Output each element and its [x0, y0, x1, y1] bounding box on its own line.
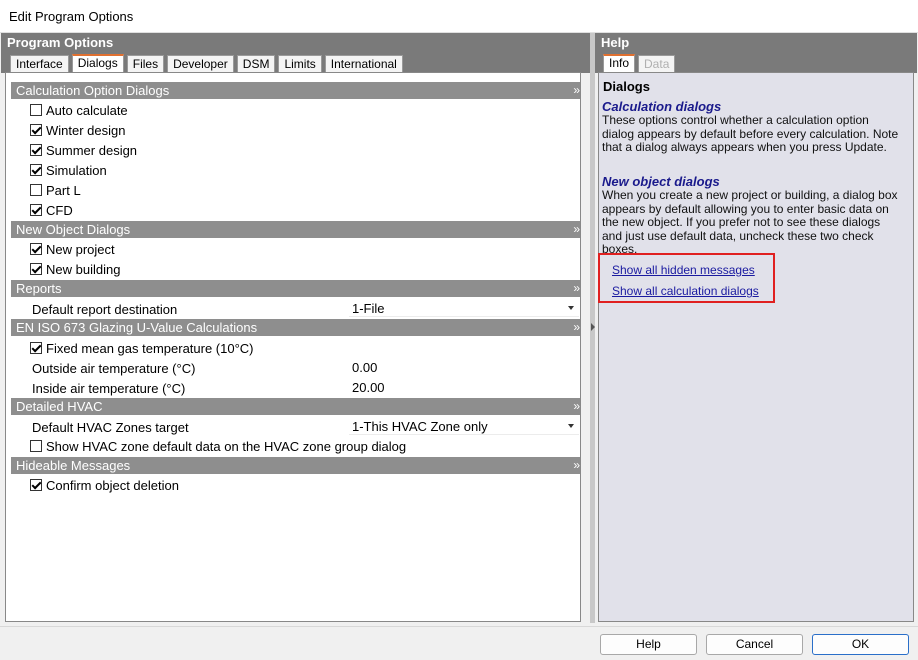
auto-calculate-checkbox[interactable] [30, 104, 42, 116]
tab-interface[interactable]: Interface [10, 55, 69, 73]
new-object-dialogs-text: When you create a new project or buildin… [602, 189, 898, 255]
highlight-box [598, 253, 775, 303]
tab-limits[interactable]: Limits [278, 55, 322, 73]
confirm-deletion-checkbox[interactable] [30, 479, 42, 491]
simulation-label: Simulation [46, 162, 107, 178]
group-title: Calculation Option Dialogs [16, 83, 170, 98]
help-panel: Dialogs Calculation dialogs These option… [598, 72, 914, 622]
group-title: Detailed HVAC [16, 399, 103, 414]
group-en-iso-673[interactable]: EN ISO 673 Glazing U-Value Calculations … [11, 319, 580, 336]
collapse-chevron-icon[interactable]: » [573, 398, 580, 414]
show-hvac-default-label: Show HVAC zone default data on the HVAC … [46, 438, 407, 454]
panel-splitter[interactable] [590, 33, 595, 623]
collapse-chevron-icon[interactable]: » [573, 457, 580, 473]
auto-calculate-option[interactable]: Auto calculate [30, 101, 128, 119]
program-options-header: Program Options Interface Dialogs Files … [1, 33, 590, 73]
program-options-title: Program Options [7, 35, 114, 50]
options-panel: Calculation Option Dialogs » Auto calcul… [5, 72, 581, 622]
summer-design-option[interactable]: Summer design [30, 141, 137, 159]
outside-air-temp-input[interactable]: 0.00 [349, 359, 579, 376]
group-reports[interactable]: Reports » [11, 280, 580, 297]
tab-international[interactable]: International [324, 55, 403, 73]
group-title: EN ISO 673 Glazing U-Value Calculations [16, 320, 258, 335]
group-title: Hideable Messages [16, 458, 131, 473]
select-value: 1-File [352, 301, 385, 316]
splitter-arrow-icon[interactable] [591, 323, 595, 331]
outside-air-temp-label: Outside air temperature (°C) [32, 361, 196, 376]
cancel-button[interactable]: Cancel [706, 634, 803, 655]
collapse-chevron-icon[interactable]: » [573, 319, 580, 335]
title-bar: Edit Program Options [0, 0, 918, 33]
confirm-deletion-option[interactable]: Confirm object deletion [30, 476, 179, 494]
help-button[interactable]: Help [600, 634, 697, 655]
collapse-chevron-icon[interactable]: » [573, 221, 580, 237]
cfd-label: CFD [46, 202, 73, 218]
help-header: Help Info Data [595, 33, 917, 73]
tab-info[interactable]: Info [603, 54, 636, 73]
group-hideable-messages[interactable]: Hideable Messages » [11, 457, 580, 474]
simulation-option[interactable]: Simulation [30, 161, 107, 179]
dropdown-arrow-icon[interactable] [568, 306, 574, 310]
help-title: Help [601, 35, 630, 50]
tab-dsm[interactable]: DSM [236, 55, 276, 73]
group-detailed-hvac[interactable]: Detailed HVAC » [11, 398, 580, 415]
new-project-checkbox[interactable] [30, 243, 42, 255]
inside-air-temp-input[interactable]: 20.00 [349, 379, 579, 396]
cfd-option[interactable]: CFD [30, 201, 73, 219]
calc-dialogs-text: These options control whether a calculat… [602, 113, 899, 154]
calc-dialogs-subtitle: Calculation dialogs [602, 99, 722, 114]
fixed-gas-temperature-checkbox[interactable] [30, 342, 42, 354]
new-building-checkbox[interactable] [30, 263, 42, 275]
group-new-object-dialogs[interactable]: New Object Dialogs » [11, 221, 580, 238]
auto-calculate-label: Auto calculate [46, 102, 128, 118]
select-value: 1-This HVAC Zone only [352, 419, 488, 434]
new-object-dialogs-subtitle: New object dialogs [602, 174, 720, 189]
hvac-zones-target-select[interactable]: 1-This HVAC Zone only [349, 418, 579, 435]
confirm-deletion-label: Confirm object deletion [46, 477, 179, 493]
part-l-label: Part L [46, 182, 81, 198]
tab-files[interactable]: Files [126, 55, 165, 73]
show-hvac-default-checkbox[interactable] [30, 440, 42, 452]
default-report-destination-select[interactable]: 1-File [349, 300, 579, 317]
inside-air-temp-label: Inside air temperature (°C) [32, 381, 186, 396]
default-report-destination-label: Default report destination [32, 302, 178, 317]
hvac-zones-target-label: Default HVAC Zones target [32, 420, 189, 435]
new-project-option[interactable]: New project [30, 240, 115, 258]
summer-design-label: Summer design [46, 142, 138, 158]
winter-design-option[interactable]: Winter design [30, 121, 125, 139]
tab-data: Data [638, 55, 676, 73]
tab-dialogs[interactable]: Dialogs [71, 54, 124, 73]
group-title: Reports [16, 281, 62, 296]
dropdown-arrow-icon[interactable] [568, 424, 574, 428]
new-building-label: New building [46, 261, 121, 277]
button-bar: Help Cancel OK [0, 626, 918, 660]
tab-developer[interactable]: Developer [167, 55, 234, 73]
cfd-checkbox[interactable] [30, 204, 42, 216]
new-building-option[interactable]: New building [30, 260, 120, 278]
new-project-label: New project [46, 241, 115, 257]
collapse-chevron-icon[interactable]: » [573, 82, 580, 98]
part-l-checkbox[interactable] [30, 184, 42, 196]
group-calculation-option-dialogs[interactable]: Calculation Option Dialogs » [11, 82, 580, 99]
help-heading: Dialogs [603, 79, 650, 94]
collapse-chevron-icon[interactable]: » [573, 280, 580, 296]
ok-button[interactable]: OK [812, 634, 909, 655]
fixed-gas-temperature-option[interactable]: Fixed mean gas temperature (10°C) [30, 339, 254, 357]
options-tabs: Interface Dialogs Files Developer DSM Li… [10, 54, 406, 73]
group-title: New Object Dialogs [16, 222, 131, 237]
summer-design-checkbox[interactable] [30, 144, 42, 156]
help-tabs: Info Data [603, 54, 678, 73]
window-title: Edit Program Options [9, 9, 134, 24]
winter-design-checkbox[interactable] [30, 124, 42, 136]
winter-design-label: Winter design [46, 122, 126, 138]
show-hvac-default-option[interactable]: Show HVAC zone default data on the HVAC … [30, 437, 406, 455]
fixed-gas-temperature-label: Fixed mean gas temperature (10°C) [46, 340, 254, 356]
simulation-checkbox[interactable] [30, 164, 42, 176]
part-l-option[interactable]: Part L [30, 181, 81, 199]
